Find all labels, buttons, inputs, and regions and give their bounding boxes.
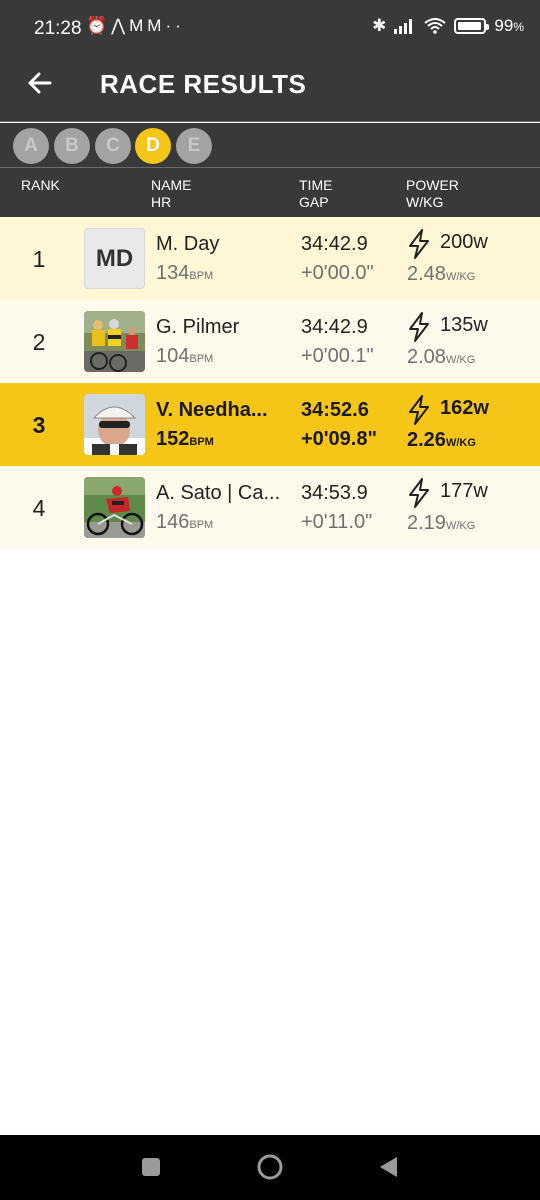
header-time-gap: TIME GAP xyxy=(299,177,333,210)
gmail-icon: M xyxy=(147,16,166,35)
rider-name: A. Sato | Ca... xyxy=(156,482,281,504)
rank-cell: 4 xyxy=(32,495,46,521)
lightning-bolt-icon xyxy=(409,395,429,425)
strava-icon: ⋀ xyxy=(111,16,130,35)
rank-cell: 3 xyxy=(32,412,46,438)
app-bar: RACE RESULTS xyxy=(0,46,540,122)
header-rank: RANK xyxy=(21,177,60,193)
heart-rate: 146BPM xyxy=(156,511,214,533)
page-title: RACE RESULTS xyxy=(100,69,307,99)
lightning-bolt-icon xyxy=(409,478,429,508)
race-time: 34:42.9 xyxy=(301,233,368,255)
rider-name: M. Day xyxy=(156,233,220,255)
status-time: 21:28 xyxy=(34,18,82,39)
avatar: MD xyxy=(84,228,145,289)
table-row[interactable]: 3 V. Needha... 152BPM 34:52.6 +0'09.8" 1… xyxy=(0,383,540,466)
rank-cell: 2 xyxy=(32,329,46,355)
time-gap: +0'11.0" xyxy=(301,511,373,533)
wifi-icon xyxy=(424,18,447,34)
rank-cell: 1 xyxy=(32,246,46,272)
notification-icons: ⏰⋀MM·· xyxy=(86,16,185,36)
time-gap: +0'09.8" xyxy=(301,428,377,450)
watts-per-kg: 2.26W/KG xyxy=(407,429,476,451)
header-name-hr: NAME HR xyxy=(151,177,192,210)
more-dots-icon: ·· xyxy=(165,16,185,35)
tab-category-d[interactable]: D xyxy=(135,128,171,164)
status-bar: 21:28 ⏰⋀MM·· ✱ 99% xyxy=(0,0,540,46)
power-watts: 177w xyxy=(440,480,488,502)
power-watts: 200w xyxy=(440,231,488,253)
power-watts: 135w xyxy=(440,314,488,336)
header-power-wkg: POWER W/KG xyxy=(406,177,459,210)
avatar xyxy=(84,477,145,538)
rider-name: V. Needha... xyxy=(156,399,268,421)
watts-per-kg: 2.48W/KG xyxy=(407,263,476,285)
watts-per-kg: 2.08W/KG xyxy=(407,346,476,368)
alarm-icon: ⏰ xyxy=(86,16,112,35)
watts-per-kg: 2.19W/KG xyxy=(407,512,476,534)
avatar xyxy=(84,311,145,372)
table-row[interactable]: 1 MD M. Day 134BPM 34:42.9 +0'00.0" 200w… xyxy=(0,217,540,300)
heart-rate: 152BPM xyxy=(156,428,214,450)
system-nav-bar xyxy=(0,1135,540,1200)
tab-category-c[interactable]: C xyxy=(95,128,131,164)
gmail-icon: M xyxy=(129,16,148,35)
table-row[interactable]: 2 G. Pilmer 104BPM 34:42.9 +0'00.1" 135w… xyxy=(0,300,540,383)
heart-rate: 104BPM xyxy=(156,345,214,367)
home-icon[interactable] xyxy=(256,1153,284,1181)
table-row[interactable]: 4 A. Sato | Ca... 146BPM 34:53.9 +0'11.0… xyxy=(0,466,540,549)
lightning-bolt-icon xyxy=(409,229,429,259)
power-watts: 162w xyxy=(440,397,489,419)
category-tabs: A B C D E xyxy=(0,123,540,168)
recents-icon[interactable] xyxy=(141,1157,161,1177)
race-time: 34:42.9 xyxy=(301,316,368,338)
arrow-left-icon[interactable] xyxy=(22,66,56,100)
time-gap: +0'00.1" xyxy=(301,345,374,367)
system-icons: ✱ 99% xyxy=(372,16,524,36)
time-gap: +0'00.0" xyxy=(301,262,374,284)
back-nav-icon[interactable] xyxy=(378,1156,400,1178)
tab-category-b[interactable]: B xyxy=(54,128,90,164)
battery-icon xyxy=(454,18,490,34)
battery-level: 99% xyxy=(494,16,524,35)
race-time: 34:52.6 xyxy=(301,399,369,421)
avatar xyxy=(84,394,145,455)
heart-rate: 134BPM xyxy=(156,262,214,284)
race-time: 34:53.9 xyxy=(301,482,368,504)
table-header: RANK NAME HR TIME GAP POWER W/KG xyxy=(0,168,540,217)
tab-category-a[interactable]: A xyxy=(13,128,49,164)
lightning-bolt-icon xyxy=(409,312,429,342)
rider-name: G. Pilmer xyxy=(156,316,240,338)
tab-category-e[interactable]: E xyxy=(176,128,212,164)
signal-icon xyxy=(394,19,413,34)
bluetooth-icon: ✱ xyxy=(372,16,387,35)
